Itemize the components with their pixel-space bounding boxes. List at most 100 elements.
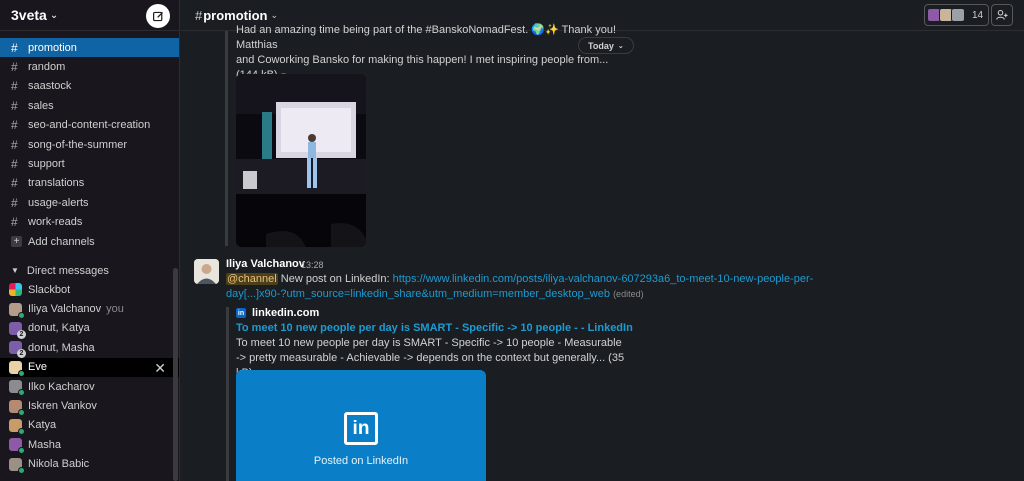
stage-photo-image	[236, 74, 366, 247]
channel-label: random	[28, 61, 66, 74]
sidebar-item-sales[interactable]: # sales	[0, 96, 179, 115]
chevron-down-icon[interactable]: ⌄	[271, 10, 279, 21]
avatar	[951, 8, 965, 22]
channel-label: promotion	[28, 41, 77, 54]
hash-icon: #	[11, 79, 18, 94]
avatar: 2	[9, 341, 26, 359]
dm-section-label: Direct messages	[26, 264, 109, 277]
add-channels-button[interactable]: + Add channels	[0, 232, 179, 251]
linkedin-logo-icon: in	[344, 412, 378, 445]
dm-item-masha[interactable]: Masha	[0, 435, 179, 455]
online-status-icon	[18, 311, 25, 319]
channel-label: work-reads	[28, 216, 83, 229]
hash-icon: #	[195, 7, 203, 23]
sidebar-item-random[interactable]: # random	[0, 57, 179, 76]
dm-label: donut, Masha	[28, 341, 95, 354]
sidebar-item-seo-and-content-creation[interactable]: # seo-and-content-creation	[0, 116, 179, 135]
member-count: 14	[972, 9, 984, 21]
unfurl-title-link[interactable]: To meet 10 new people per day is SMART -…	[236, 322, 633, 334]
sidebar-item-promotion[interactable]: # promotion	[0, 38, 179, 58]
message-text: @channel New post on LinkedIn: https://w…	[226, 272, 866, 302]
online-status-icon	[18, 466, 25, 474]
avatar[interactable]	[194, 259, 219, 284]
channel-label: translations	[28, 177, 85, 190]
add-channels-label: Add channels	[28, 235, 95, 248]
online-status-icon	[18, 427, 25, 435]
close-icon[interactable]: ✕	[154, 360, 166, 377]
avatar	[9, 418, 25, 435]
dm-label: Masha	[28, 438, 62, 451]
channel-name: promotion	[203, 7, 268, 23]
avatar	[9, 399, 25, 416]
hash-icon: #	[11, 137, 18, 152]
avatar	[9, 380, 25, 397]
shared-photo[interactable]	[236, 74, 366, 247]
dm-item-donut-masha[interactable]: 2 donut, Masha	[0, 338, 179, 359]
dm-label: Katya	[28, 419, 57, 432]
channel-title[interactable]: #promotion	[195, 8, 268, 23]
sidebar-scrollbar[interactable]	[173, 268, 178, 481]
hash-icon: #	[11, 40, 18, 55]
sidebar-item-work-reads[interactable]: # work-reads	[0, 213, 179, 232]
channel-label: usage-alerts	[28, 196, 89, 209]
dm-label: Slackbot	[28, 283, 71, 296]
chevron-down-icon[interactable]: ⌄	[50, 10, 58, 21]
hash-icon: #	[11, 98, 18, 113]
you-label: you	[106, 303, 124, 316]
sidebar: 3veta ⌄ # promotion # random # saastock # sa…	[0, 0, 180, 481]
dm-item-slackbot[interactable]: Slackbot	[0, 280, 179, 299]
card-caption: Posted on LinkedIn	[313, 455, 409, 467]
dm-label: Iskren Vankov	[28, 400, 97, 413]
edited-label: (edited)	[613, 289, 644, 299]
channel-view: #promotion ⌄ 14 Had an amazing time bein…	[181, 0, 1024, 481]
sidebar-item-song-of-the-summer[interactable]: # song-of-the-summer	[0, 135, 179, 154]
message-text-prefix: New post on LinkedIn:	[277, 273, 393, 285]
dm-item-ilko-kacharov[interactable]: Ilko Kacharov	[0, 377, 179, 397]
unfurl-bar	[226, 307, 229, 481]
avatar	[9, 360, 25, 377]
unfurl-source: in linkedin.com	[236, 307, 319, 319]
workspace-name[interactable]: 3veta	[11, 7, 47, 23]
channel-mention[interactable]: @channel	[226, 273, 278, 285]
hash-icon: #	[11, 60, 18, 75]
sidebar-item-saastock[interactable]: # saastock	[0, 77, 179, 96]
compose-button[interactable]	[146, 4, 170, 28]
channel-label: support	[28, 158, 65, 171]
add-member-button[interactable]	[991, 4, 1013, 26]
message-line: and Coworking Bansko for making this hap…	[236, 54, 609, 66]
add-person-icon	[996, 9, 1008, 20]
linkedin-preview-card[interactable]: in Posted on LinkedIn	[236, 370, 486, 481]
dm-label: Nikola Babic	[28, 458, 90, 471]
dm-item-katya[interactable]: Katya	[0, 416, 179, 435]
dm-item-eve[interactable]: Eve ✕	[0, 357, 179, 377]
direct-messages-header[interactable]: ▼ Direct messages	[0, 262, 109, 279]
plus-icon: +	[11, 236, 22, 248]
channel-label: seo-and-content-creation	[28, 119, 151, 132]
sidebar-item-usage-alerts[interactable]: # usage-alerts	[0, 193, 179, 212]
hash-icon: #	[11, 118, 18, 133]
dm-item-iskren-vankov[interactable]: Iskren Vankov	[0, 396, 179, 416]
online-status-icon	[18, 369, 25, 377]
dm-item-nikola-babic[interactable]: Nikola Babic	[0, 455, 179, 474]
caret-down-icon[interactable]: ▼	[11, 266, 19, 275]
sidebar-item-support[interactable]: # support	[0, 154, 179, 173]
message-author[interactable]: Iliya Valchanov	[226, 258, 305, 270]
members-button[interactable]: 14	[924, 4, 990, 26]
date-divider-button[interactable]: Today ⌄	[578, 37, 634, 54]
thread-bar	[225, 31, 228, 246]
avatar	[9, 438, 25, 455]
channel-list: # promotion # random # saastock # sales # seo…	[0, 38, 179, 251]
dm-label: Iliya Valchanov	[28, 303, 102, 316]
hash-icon: #	[11, 176, 18, 191]
chevron-down-icon: ⌄	[617, 42, 624, 50]
dm-label: Ilko Kacharov	[28, 380, 95, 393]
message-timestamp[interactable]: 13:28	[301, 260, 324, 270]
channel-label: song-of-the-summer	[28, 138, 128, 151]
sidebar-item-translations[interactable]: # translations	[0, 174, 179, 193]
linkedin-icon: in	[236, 308, 246, 318]
dm-item-iliya-valchanov[interactable]: Iliya Valchanov you	[0, 299, 179, 319]
unfurl-source-label: linkedin.com	[252, 307, 320, 319]
avatar: 2	[9, 321, 26, 339]
dm-item-donut-katya[interactable]: 2 donut, Katya	[0, 319, 179, 339]
online-status-icon	[18, 447, 25, 455]
